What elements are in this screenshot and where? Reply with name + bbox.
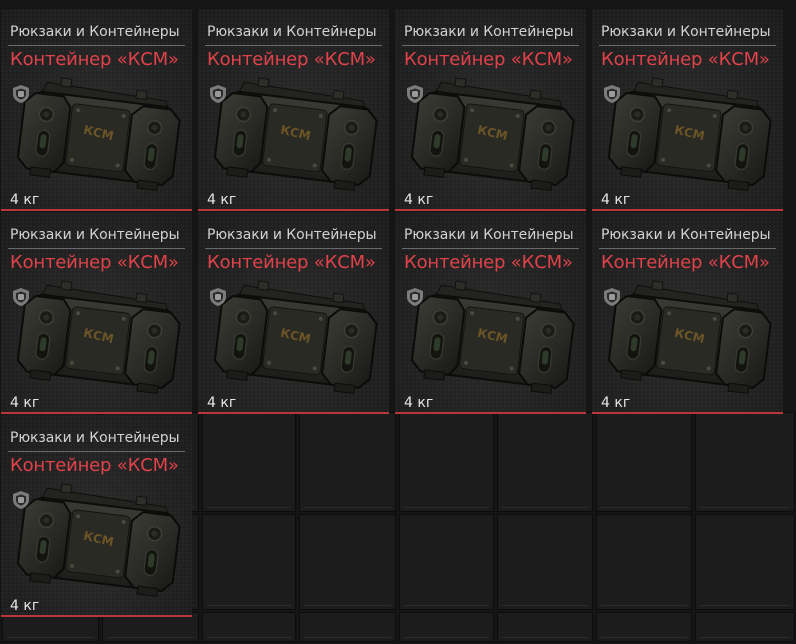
container-image: КСМ — [16, 483, 181, 598]
empty-inventory-slot[interactable] — [399, 412, 494, 512]
item-name: Контейнер «КСМ» — [207, 252, 376, 273]
shield-icon — [604, 288, 620, 306]
category-divider — [205, 45, 382, 46]
inventory-item-card[interactable]: Рюкзаки и Контейнеры Контейнер «КСМ» КСМ… — [198, 212, 389, 414]
inventory-item-card[interactable]: Рюкзаки и Контейнеры Контейнер «КСМ» КСМ… — [1, 9, 192, 211]
empty-inventory-slot[interactable] — [202, 612, 296, 642]
shield-icon — [407, 288, 423, 306]
container-image: КСМ — [410, 77, 575, 192]
empty-inventory-slot[interactable] — [596, 612, 692, 642]
item-name: Контейнер «КСМ» — [601, 252, 770, 273]
item-category: Рюкзаки и Контейнеры — [10, 24, 180, 40]
inventory-item-card[interactable]: Рюкзаки и Контейнеры Контейнер «КСМ» КСМ… — [395, 212, 586, 414]
category-divider — [205, 248, 382, 249]
item-weight: 4 кг — [601, 395, 631, 411]
item-weight: 4 кг — [10, 598, 40, 614]
category-divider — [402, 45, 579, 46]
item-weight: 4 кг — [207, 192, 237, 208]
inventory-grid: Рюкзаки и Контейнеры Контейнер «КСМ» КСМ… — [0, 0, 796, 644]
container-image: КСМ — [213, 280, 378, 395]
shield-icon — [13, 85, 29, 103]
shield-icon — [210, 288, 226, 306]
container-image: КСМ — [213, 77, 378, 192]
container-image: КСМ — [16, 280, 181, 395]
item-name: Контейнер «КСМ» — [207, 49, 376, 70]
item-category: Рюкзаки и Контейнеры — [207, 227, 377, 243]
empty-inventory-slot[interactable] — [202, 514, 296, 610]
empty-inventory-slot[interactable] — [497, 514, 593, 610]
item-weight: 4 кг — [10, 395, 40, 411]
inventory-item-card[interactable]: Рюкзаки и Контейнеры Контейнер «КСМ» КСМ… — [198, 9, 389, 211]
empty-inventory-slot[interactable] — [497, 612, 593, 642]
item-category: Рюкзаки и Контейнеры — [10, 227, 180, 243]
inventory-item-card[interactable]: Рюкзаки и Контейнеры Контейнер «КСМ» КСМ… — [592, 9, 783, 211]
inventory-item-card[interactable]: Рюкзаки и Контейнеры Контейнер «КСМ» КСМ… — [395, 9, 586, 211]
empty-inventory-slot[interactable] — [299, 412, 396, 512]
empty-inventory-slot[interactable] — [497, 412, 593, 512]
category-divider — [402, 248, 579, 249]
category-divider — [599, 45, 776, 46]
category-divider — [599, 248, 776, 249]
item-name: Контейнер «КСМ» — [10, 455, 179, 476]
shield-icon — [407, 85, 423, 103]
item-name: Контейнер «КСМ» — [601, 49, 770, 70]
item-category: Рюкзаки и Контейнеры — [10, 430, 180, 446]
item-weight: 4 кг — [10, 192, 40, 208]
category-divider — [8, 45, 185, 46]
empty-inventory-slot[interactable] — [299, 514, 396, 610]
item-weight: 4 кг — [207, 395, 237, 411]
empty-inventory-slot[interactable] — [299, 612, 396, 642]
item-category: Рюкзаки и Контейнеры — [601, 227, 771, 243]
container-image: КСМ — [607, 280, 772, 395]
empty-inventory-slot[interactable] — [202, 412, 296, 512]
shield-icon — [210, 85, 226, 103]
shield-icon — [13, 288, 29, 306]
item-category: Рюкзаки и Контейнеры — [404, 24, 574, 40]
empty-inventory-slot[interactable] — [695, 612, 795, 642]
empty-inventory-slot[interactable] — [399, 514, 494, 610]
category-divider — [8, 451, 185, 452]
empty-inventory-slot[interactable] — [695, 412, 795, 512]
shield-icon — [13, 491, 29, 509]
item-weight: 4 кг — [404, 192, 434, 208]
container-image: КСМ — [410, 280, 575, 395]
empty-inventory-slot[interactable] — [399, 612, 494, 642]
empty-inventory-slot[interactable] — [596, 514, 692, 610]
item-category: Рюкзаки и Контейнеры — [207, 24, 377, 40]
inventory-item-card[interactable]: Рюкзаки и Контейнеры Контейнер «КСМ» КСМ… — [1, 212, 192, 414]
category-divider — [8, 248, 185, 249]
empty-inventory-slot[interactable] — [596, 412, 692, 512]
container-image: КСМ — [16, 77, 181, 192]
shield-icon — [604, 85, 620, 103]
inventory-item-card[interactable]: Рюкзаки и Контейнеры Контейнер «КСМ» КСМ… — [1, 415, 192, 617]
item-name: Контейнер «КСМ» — [404, 49, 573, 70]
item-name: Контейнер «КСМ» — [10, 49, 179, 70]
inventory-item-card[interactable]: Рюкзаки и Контейнеры Контейнер «КСМ» КСМ… — [592, 212, 783, 414]
item-category: Рюкзаки и Контейнеры — [404, 227, 574, 243]
empty-inventory-slot[interactable] — [695, 514, 795, 610]
item-name: Контейнер «КСМ» — [404, 252, 573, 273]
item-name: Контейнер «КСМ» — [10, 252, 179, 273]
container-image: КСМ — [607, 77, 772, 192]
item-weight: 4 кг — [601, 192, 631, 208]
item-category: Рюкзаки и Контейнеры — [601, 24, 771, 40]
item-weight: 4 кг — [404, 395, 434, 411]
